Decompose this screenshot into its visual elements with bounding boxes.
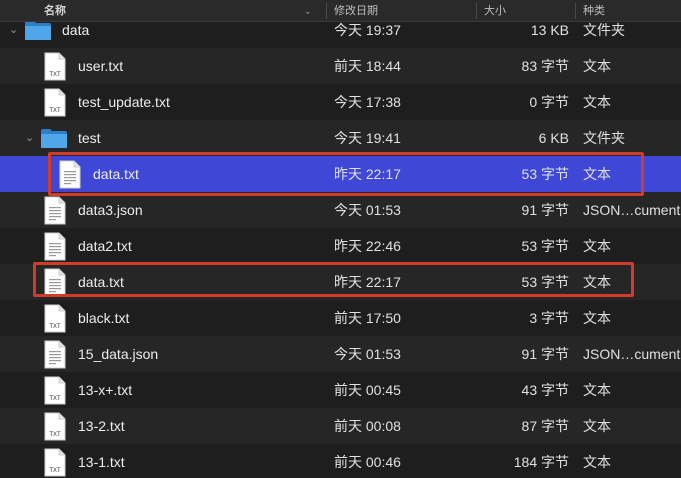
file-name[interactable]: test_update.txt xyxy=(78,84,170,120)
file-row[interactable]: data.txt 昨天 22:17 53 字节 文本 xyxy=(0,264,681,300)
column-header-name[interactable]: 名称 xyxy=(44,0,66,22)
file-size: 0 字节 xyxy=(529,94,569,110)
file-kind: 文本 xyxy=(583,58,611,74)
file-kind: 文本 xyxy=(583,166,611,182)
txt-file-icon: TXT xyxy=(44,88,66,117)
file-kind: 文本 xyxy=(583,238,611,254)
txt-file-icon: TXT xyxy=(44,376,66,405)
modified-date: 前天 00:46 xyxy=(334,454,401,470)
modified-date: 昨天 22:17 xyxy=(334,166,401,182)
finder-list-view: ⌄ data 今天 19:37 13 KB 文件夹 TXT user.txt 前天 18:44… xyxy=(0,0,681,478)
file-name[interactable]: data.txt xyxy=(78,264,124,300)
file-row[interactable]: data3.json 今天 01:53 91 字节 JSON…cument xyxy=(0,192,681,228)
modified-date: 今天 01:53 xyxy=(334,202,401,218)
file-name[interactable]: data3.json xyxy=(78,192,143,228)
file-row[interactable]: data2.txt 昨天 22:46 53 字节 文本 xyxy=(0,228,681,264)
file-size: 91 字节 xyxy=(521,346,569,362)
file-row[interactable]: TXT user.txt 前天 18:44 83 字节 文本 xyxy=(0,48,681,84)
file-size: 53 字节 xyxy=(521,238,569,254)
modified-date: 昨天 22:46 xyxy=(334,238,401,254)
document-icon xyxy=(59,160,81,189)
column-header-bar: 名称 ⌄ 修改日期 大小 种类 xyxy=(0,0,681,22)
file-row[interactable]: TXT 13-x+.txt 前天 00:45 43 字节 文本 xyxy=(0,372,681,408)
document-icon xyxy=(44,268,66,297)
modified-date: 前天 00:45 xyxy=(334,382,401,398)
file-kind: 文本 xyxy=(583,382,611,398)
column-divider[interactable] xyxy=(575,3,576,19)
modified-date: 今天 17:38 xyxy=(334,94,401,110)
file-kind: JSON…cument xyxy=(583,202,681,218)
folder-icon xyxy=(24,20,52,41)
file-list: ⌄ data 今天 19:37 13 KB 文件夹 TXT user.txt 前天 18:44… xyxy=(0,0,681,478)
file-kind: 文件夹 xyxy=(583,130,625,146)
file-row[interactable]: TXT test_update.txt 今天 17:38 0 字节 文本 xyxy=(0,84,681,120)
disclosure-chevron-icon[interactable]: ⌄ xyxy=(25,120,34,156)
file-size: 87 字节 xyxy=(521,418,569,434)
modified-date: 昨天 22:17 xyxy=(334,274,401,290)
file-size: 53 字节 xyxy=(521,166,569,182)
svg-text:TXT: TXT xyxy=(49,468,61,474)
svg-text:TXT: TXT xyxy=(49,72,61,78)
svg-text:TXT: TXT xyxy=(49,396,61,402)
file-name[interactable]: 13-x+.txt xyxy=(78,372,132,408)
column-header-date[interactable]: 修改日期 xyxy=(334,0,378,22)
file-kind: 文本 xyxy=(583,274,611,290)
svg-text:TXT: TXT xyxy=(49,432,61,438)
file-size: 83 字节 xyxy=(521,58,569,74)
file-size: 91 字节 xyxy=(521,202,569,218)
file-row[interactable]: TXT 13-2.txt 前天 00:08 87 字节 文本 xyxy=(0,408,681,444)
column-header-kind[interactable]: 种类 xyxy=(583,0,605,22)
file-kind: 文本 xyxy=(583,418,611,434)
txt-file-icon: TXT xyxy=(44,412,66,441)
svg-text:TXT: TXT xyxy=(49,324,61,330)
file-name[interactable]: test xyxy=(78,120,101,156)
file-kind: 文本 xyxy=(583,310,611,326)
column-divider[interactable] xyxy=(326,3,327,19)
file-kind: 文本 xyxy=(583,454,611,470)
file-name[interactable]: 15_data.json xyxy=(78,336,158,372)
txt-file-icon: TXT xyxy=(44,448,66,477)
file-size: 43 字节 xyxy=(521,382,569,398)
file-row[interactable]: data.txt 昨天 22:17 53 字节 文本 xyxy=(0,156,681,192)
document-icon xyxy=(44,196,66,225)
modified-date: 前天 18:44 xyxy=(334,58,401,74)
file-name[interactable]: 13-2.txt xyxy=(78,408,125,444)
file-size: 3 字节 xyxy=(529,310,569,326)
file-name[interactable]: black.txt xyxy=(78,300,129,336)
file-size: 184 字节 xyxy=(513,454,569,470)
sort-chevron-icon[interactable]: ⌄ xyxy=(304,0,312,22)
file-row[interactable]: TXT black.txt 前天 17:50 3 字节 文本 xyxy=(0,300,681,336)
file-size: 53 字节 xyxy=(521,274,569,290)
modified-date: 今天 19:41 xyxy=(334,130,401,146)
document-icon xyxy=(44,232,66,261)
file-size: 6 KB xyxy=(538,130,569,146)
folder-row[interactable]: ⌄ test 今天 19:41 6 KB 文件夹 xyxy=(0,120,681,156)
txt-file-icon: TXT xyxy=(44,304,66,333)
folder-icon xyxy=(40,128,68,149)
file-name[interactable]: 13-1.txt xyxy=(78,444,125,478)
file-name[interactable]: data.txt xyxy=(93,156,139,192)
document-icon xyxy=(44,340,66,369)
column-header-size[interactable]: 大小 xyxy=(484,0,506,22)
file-name[interactable]: data2.txt xyxy=(78,228,132,264)
txt-file-icon: TXT xyxy=(44,52,66,81)
column-divider[interactable] xyxy=(476,3,477,19)
file-kind: 文本 xyxy=(583,94,611,110)
file-name[interactable]: user.txt xyxy=(78,48,123,84)
modified-date: 前天 17:50 xyxy=(334,310,401,326)
modified-date: 前天 00:08 xyxy=(334,418,401,434)
file-kind: JSON…cument xyxy=(583,346,681,362)
modified-date: 今天 01:53 xyxy=(334,346,401,362)
file-row[interactable]: 15_data.json 今天 01:53 91 字节 JSON…cument xyxy=(0,336,681,372)
file-row[interactable]: TXT 13-1.txt 前天 00:46 184 字节 文本 xyxy=(0,444,681,478)
svg-text:TXT: TXT xyxy=(49,108,61,114)
